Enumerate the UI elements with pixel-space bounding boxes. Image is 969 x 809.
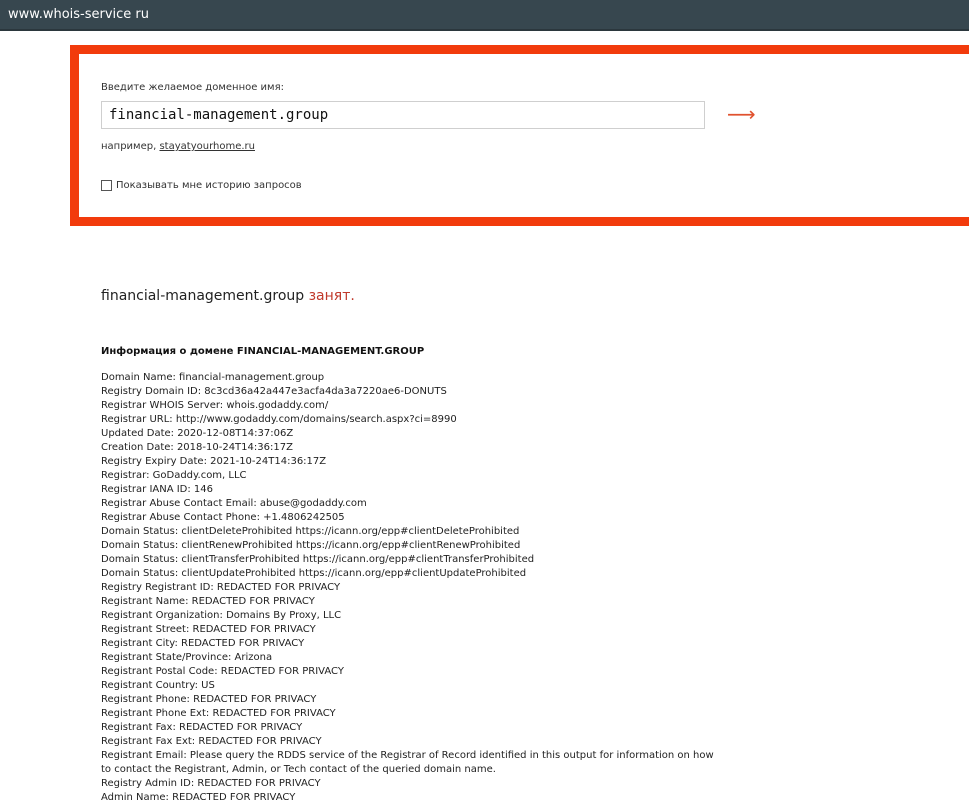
whois-line: Domain Status: clientTransferProhibited …: [101, 554, 535, 565]
whois-line: Domain Status: clientRenewProhibited htt…: [101, 540, 521, 551]
whois-line: Registrant Email: Please query the RDDS …: [101, 750, 714, 761]
domain-input[interactable]: [101, 101, 705, 129]
domain-search-panel: Введите желаемое доменное имя: ⟶ наприме…: [70, 45, 969, 226]
history-option[interactable]: Показывать мне историю запросов: [101, 180, 302, 191]
whois-line: Registrant City: REDACTED FOR PRIVACY: [101, 638, 305, 649]
result-title: financial-management.group занят.: [101, 288, 355, 304]
status-badge: занят.: [308, 288, 355, 304]
whois-line: Registry Admin ID: REDACTED FOR PRIVACY: [101, 778, 321, 789]
whois-line: Registrant Phone: REDACTED FOR PRIVACY: [101, 694, 317, 705]
whois-line: Registrar: GoDaddy.com, LLC: [101, 470, 247, 481]
result-domain: financial-management.group: [101, 288, 305, 304]
history-label: Показывать мне историю запросов: [116, 180, 302, 191]
whois-line: Registry Domain ID: 8c3cd36a42a447e3acfa…: [101, 386, 447, 397]
whois-line: Updated Date: 2020-12-08T14:37:06Z: [101, 428, 294, 439]
example-link[interactable]: stayatyourhome.ru: [159, 141, 255, 152]
history-checkbox[interactable]: [101, 180, 112, 191]
browser-url-bar[interactable]: www.whois-service ru: [0, 0, 969, 31]
example-prefix: например,: [101, 141, 157, 152]
whois-line: to contact the Registrant, Admin, or Tec…: [101, 764, 496, 775]
domain-input-label: Введите желаемое доменное имя:: [101, 82, 284, 93]
whois-line: Registrar URL: http://www.godaddy.com/do…: [101, 414, 457, 425]
whois-line: Registrant Country: US: [101, 680, 215, 691]
whois-line: Registrant Name: REDACTED FOR PRIVACY: [101, 596, 315, 607]
whois-line: Admin Name: REDACTED FOR PRIVACY: [101, 792, 296, 803]
whois-line: Registrant State/Province: Arizona: [101, 652, 273, 663]
example-hint: например, stayatyourhome.ru: [101, 141, 255, 152]
whois-line: Registrant Postal Code: REDACTED FOR PRI…: [101, 666, 344, 677]
arrow-right-icon[interactable]: ⟶: [727, 102, 756, 126]
whois-line: Registrar WHOIS Server: whois.godaddy.co…: [101, 400, 329, 411]
whois-line: Registrar Abuse Contact Phone: +1.480624…: [101, 512, 345, 523]
whois-line: Creation Date: 2018-10-24T14:36:17Z: [101, 442, 293, 453]
whois-line: Registry Registrant ID: REDACTED FOR PRI…: [101, 582, 341, 593]
whois-line: Domain Status: clientDeleteProhibited ht…: [101, 526, 520, 537]
whois-line: Registrant Fax Ext: REDACTED FOR PRIVACY: [101, 736, 322, 747]
whois-line: Domain Name: financial-management.group: [101, 372, 325, 383]
whois-line: Registrant Street: REDACTED FOR PRIVACY: [101, 624, 316, 635]
whois-line: Registrar IANA ID: 146: [101, 484, 214, 495]
whois-line: Registrant Fax: REDACTED FOR PRIVACY: [101, 722, 303, 733]
domain-info-heading: Информация о домене FINANCIAL-MANAGEMENT…: [101, 346, 425, 357]
whois-record-list: Domain Name: financial-management.group R…: [101, 371, 721, 805]
whois-line: Registrant Phone Ext: REDACTED FOR PRIVA…: [101, 708, 336, 719]
whois-line: Registrant Organization: Domains By Prox…: [101, 610, 342, 621]
whois-line: Registry Expiry Date: 2021-10-24T14:36:1…: [101, 456, 327, 467]
whois-line: Registrar Abuse Contact Email: abuse@god…: [101, 498, 367, 509]
whois-line: Domain Status: clientUpdateProhibited ht…: [101, 568, 527, 579]
url-text[interactable]: www.whois-service ru: [8, 7, 149, 22]
